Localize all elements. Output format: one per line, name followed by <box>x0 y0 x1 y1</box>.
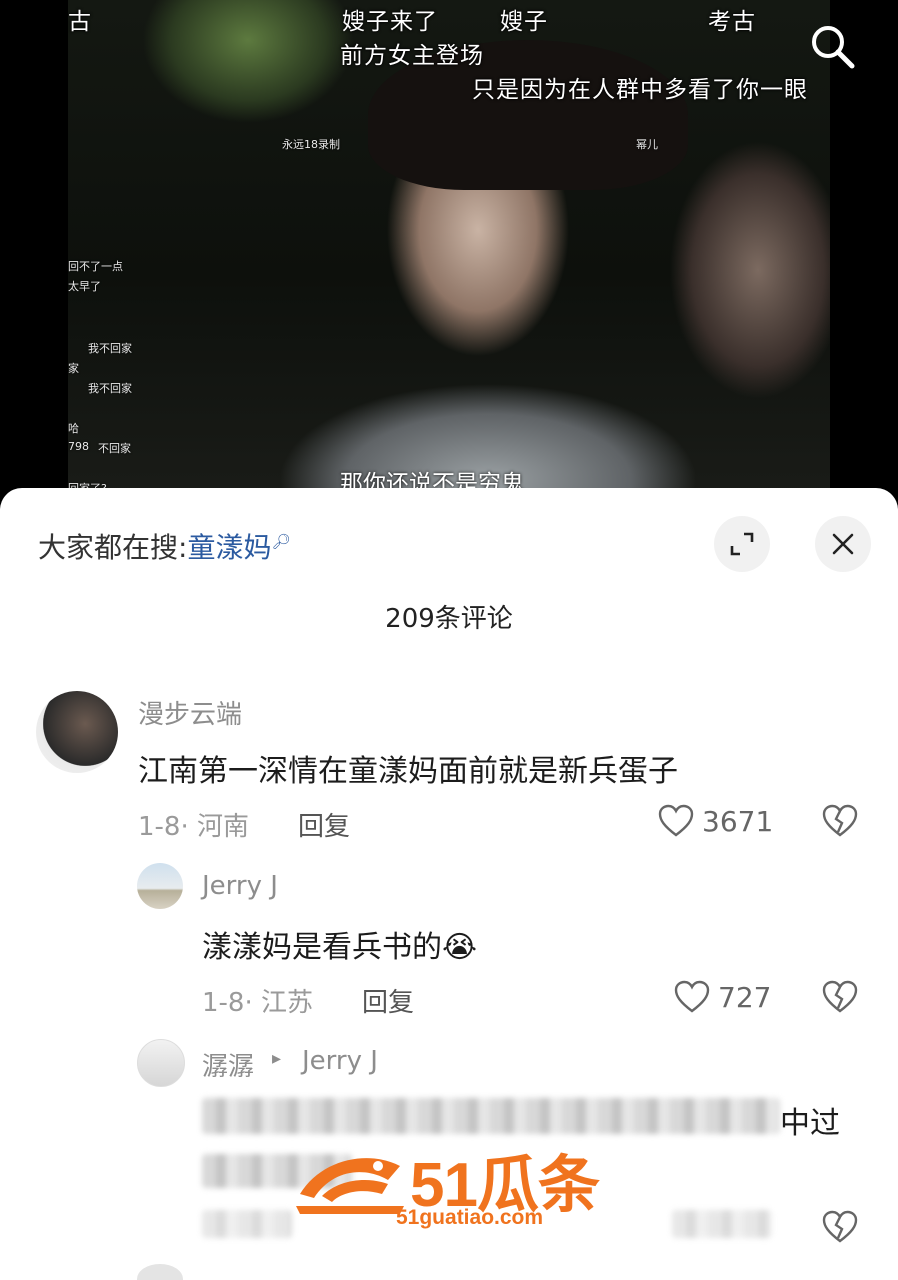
like-button[interactable]: 3671 <box>658 804 773 838</box>
recorder-tag: 永远18录制 <box>282 138 340 151</box>
comment-text-visible-end: 中过 <box>780 1106 840 1141</box>
heart-icon <box>658 804 694 837</box>
small-search-icon: 🔎︎ <box>271 532 291 551</box>
comment-count: 209条评论 <box>385 604 513 634</box>
fish-logo-icon <box>296 1158 404 1214</box>
hot-search-keyword[interactable]: 童漾妈 <box>187 531 271 564</box>
avatar[interactable] <box>137 863 183 909</box>
hot-search-bar[interactable]: 大家都在搜:童漾妈🔎︎ <box>38 526 291 566</box>
reply-button[interactable]: 回复 <box>362 982 414 1019</box>
danmu-comment: 前方女主登场 <box>340 43 484 69</box>
avatar[interactable] <box>137 1039 185 1087</box>
avatar[interactable] <box>36 691 118 773</box>
danmu-comment: 只是因为在人群中多看了你一眼 <box>472 77 808 103</box>
chat-message: 哈 <box>68 422 79 435</box>
comment-username[interactable]: 漫步云端 <box>138 694 242 731</box>
comment-text: 漾漾妈是看兵书的😭 <box>202 930 478 965</box>
comment-username[interactable]: 潺潺 <box>202 1046 254 1083</box>
chat-message: 不回家 <box>98 442 131 455</box>
like-button[interactable]: 727 <box>674 980 771 1014</box>
broken-heart-icon[interactable] <box>822 804 858 838</box>
comment-text: 江南第一深情在童漾妈面前就是新兵蛋子 <box>138 754 678 789</box>
blurred-likes <box>672 1210 772 1238</box>
chat-message: 798 <box>68 440 89 453</box>
reply-button[interactable]: 回复 <box>298 806 350 843</box>
chat-message: 我不回家 <box>88 382 132 395</box>
comment-username[interactable]: Jerry J <box>202 871 278 901</box>
close-button[interactable] <box>815 516 871 572</box>
chat-message: 回不了一点 <box>68 260 123 273</box>
chat-message: 家 <box>68 362 79 375</box>
blurred-meta <box>202 1210 292 1238</box>
hot-search-prefix: 大家都在搜: <box>38 531 188 564</box>
chat-message: 我不回家 <box>88 342 132 355</box>
danmu-comment: 古 <box>68 9 92 35</box>
expand-icon <box>730 532 754 556</box>
streamer-tag: 幂儿 <box>636 138 658 151</box>
video-player[interactable]: 嫂子来了 嫂子 考古 前方女主登场 只是因为在人群中多看了你一眼 古 永远18录… <box>0 0 898 500</box>
like-count: 3671 <box>702 804 774 838</box>
heart-icon <box>674 980 710 1013</box>
like-count: 727 <box>718 980 772 1014</box>
avatar[interactable] <box>137 1264 183 1280</box>
watermark-url: 51guatiao.com <box>396 1206 544 1229</box>
comment-meta: 1-8· 河南 <box>138 812 249 842</box>
comment-meta: 1-8· 江苏 <box>202 988 313 1018</box>
reply-to-username[interactable]: Jerry J <box>302 1046 378 1076</box>
danmu-comment: 嫂子来了 <box>342 9 438 35</box>
reply-arrow-icon: ▸ <box>272 1048 282 1069</box>
expand-button[interactable] <box>714 516 770 572</box>
broken-heart-icon[interactable] <box>822 1210 858 1244</box>
search-icon[interactable] <box>806 20 858 72</box>
broken-heart-icon[interactable] <box>822 980 858 1014</box>
chat-message: 太早了 <box>68 280 101 293</box>
danmu-comment: 考古 <box>708 9 756 35</box>
watermark-logo: 51瓜条 51guatiao.com <box>292 1126 612 1238</box>
danmu-comment: 嫂子 <box>500 9 548 35</box>
comments-sheet: 大家都在搜:童漾妈🔎︎ 209条评论 漫步云端 江南第一深情在童漾妈面前就是新兵… <box>0 488 898 1280</box>
close-icon <box>832 533 854 555</box>
